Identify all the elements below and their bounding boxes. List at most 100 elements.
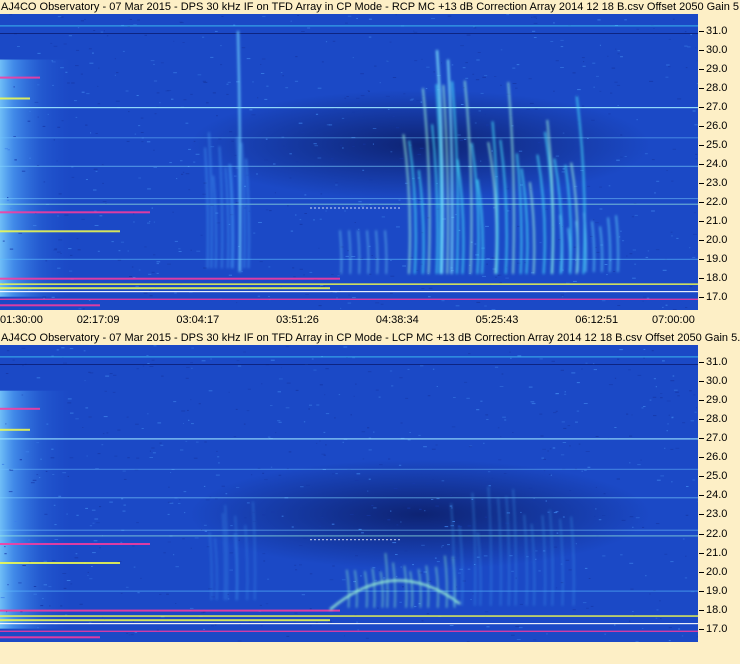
noise-speck [361,532,364,534]
interference-line [0,198,698,200]
noise-speck [431,448,436,450]
noise-speck [417,180,420,182]
noise-speck [331,274,334,275]
noise-speck [246,410,250,412]
noise-speck [226,83,229,85]
left-interference [0,609,340,612]
interference-line [0,203,698,205]
noise-speck [372,128,377,129]
noise-speck [51,61,56,63]
noise-speck [629,620,631,622]
noise-speck [337,275,340,277]
noise-speck [67,402,72,404]
dotted-signal [374,539,376,541]
noise-speck [289,153,292,155]
noise-speck [80,73,83,75]
noise-speck [651,210,655,212]
noise-speck [214,30,218,32]
noise-speck [102,201,107,202]
noise-speck [40,605,44,607]
noise-speck [135,423,139,425]
noise-speck [583,61,585,63]
noise-speck [127,250,129,252]
noise-speck [321,286,325,288]
noise-speck [396,524,399,526]
noise-speck [675,447,680,449]
noise-speck [204,441,207,443]
noise-speck [500,49,503,51]
dotted-signal [350,539,352,541]
noise-speck [592,219,595,221]
noise-speck [506,14,510,16]
noise-speck [392,77,397,78]
noise-speck [693,233,697,235]
noise-speck [2,240,5,242]
noise-speck [93,30,96,31]
noise-speck [480,92,484,94]
noise-speck [142,365,145,367]
noise-speck [660,618,662,620]
noise-speck [151,359,155,361]
noise-speck [455,305,460,307]
noise-speck [257,97,259,99]
noise-speck [193,140,196,142]
noise-speck [13,136,16,137]
noise-speck [6,350,10,352]
noise-speck [152,452,156,454]
noise-speck [196,441,199,443]
noise-speck [4,546,6,548]
noise-speck [126,416,129,418]
noise-speck [156,629,159,631]
noise-speck [551,360,555,362]
interference-line [0,623,698,625]
noise-speck [257,295,261,297]
noise-speck [95,133,98,134]
noise-speck [51,296,55,298]
noise-speck [221,16,224,17]
noise-speck [84,380,86,382]
noise-speck [338,394,341,396]
noise-speck [135,285,139,287]
noise-speck [616,84,621,86]
noise-speck [181,173,184,175]
noise-speck [470,599,472,600]
noise-speck [295,569,298,571]
noise-speck [301,594,305,596]
noise-speck [453,397,456,398]
noise-speck [367,490,369,492]
noise-speck [131,266,134,268]
noise-speck [534,108,538,110]
noise-speck [368,478,371,480]
y-tick-label: 25.0 [698,470,727,482]
interference-line [0,107,698,109]
noise-speck [692,256,696,258]
noise-speck [112,391,116,393]
time-axis: 01:30:00 02:17:09 03:04:17 03:51:26 04:38:34… [0,312,740,326]
noise-speck [191,423,194,425]
noise-speck [585,451,590,452]
noise-speck [509,555,513,557]
noise-speck [595,486,597,488]
noise-speck [36,474,39,476]
dotted-signal [314,539,316,541]
noise-speck [564,391,566,393]
noise-speck [404,182,408,184]
noise-speck [594,515,596,517]
noise-speck [140,117,144,119]
noise-speck [133,24,137,26]
noise-speck [425,88,428,89]
noise-speck [268,266,271,268]
noise-speck [516,639,521,640]
noise-speck [435,505,439,507]
noise-speck [188,148,191,150]
noise-speck [126,140,130,142]
noise-speck [51,355,54,357]
noise-speck [313,219,315,221]
noise-speck [56,349,59,351]
noise-speck [390,292,393,294]
noise-speck [517,134,520,136]
noise-speck [482,275,486,277]
noise-speck [170,472,172,473]
rcp-spectrogram [0,14,698,310]
interference-line [0,137,698,139]
